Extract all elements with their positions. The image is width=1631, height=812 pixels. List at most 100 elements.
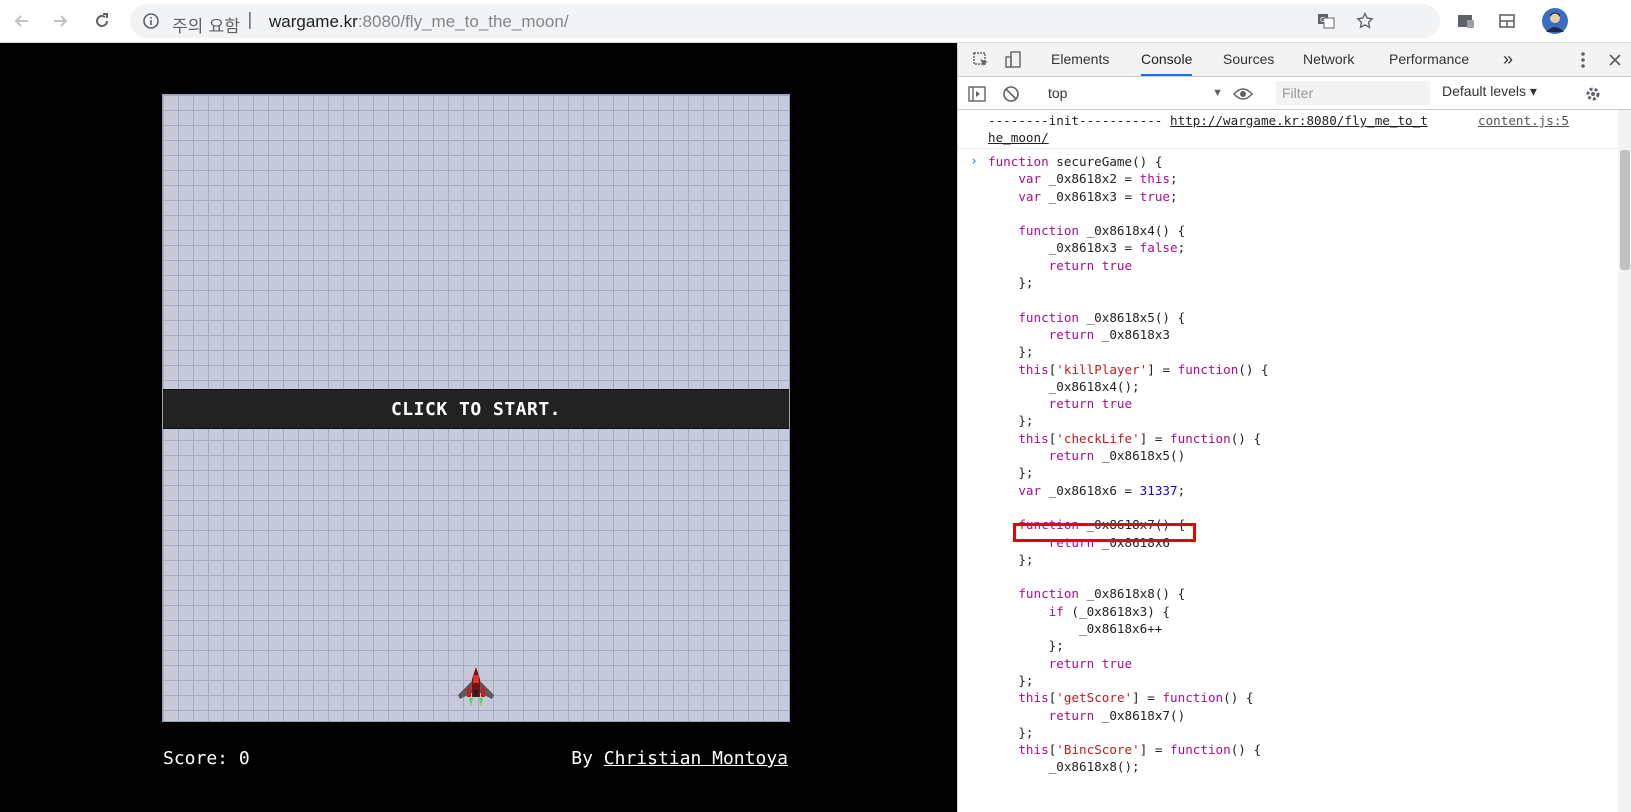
log-message-wrap: he_moon/ [988,129,1049,146]
tab-network[interactable]: Network [1303,43,1354,76]
security-label[interactable]: 주의 요함 [172,12,240,37]
console-log-row: --------init----------- http://wargame.k… [958,110,1618,149]
code-line: _0x8618x8(); [988,759,1140,775]
address-bar[interactable]: 주의 요함 | wargame.kr:8080/fly_me_to_the_mo… [130,4,1440,38]
code-line: this['killPlayer'] = function() { [1018,361,1269,377]
code-block[interactable]: function secureGame() { var _0x8618x2 = … [988,153,1269,776]
code-line: _0x8618x3 = false; [988,240,1186,256]
byline-prefix: By [571,748,604,769]
extension-icon [1458,15,1474,28]
console-scrollbar[interactable] [1618,110,1631,812]
code-line: function _0x8618x4() { [1018,223,1186,239]
code-line: }; [988,465,1034,481]
author-link[interactable]: Christian Montoya [604,748,788,769]
sidebar-toggle-icon[interactable] [966,83,988,105]
arrow-left-icon [14,15,28,27]
game-board[interactable]: CLICK TO START. [162,94,790,722]
star-icon[interactable] [1356,12,1374,30]
code-line: function secureGame() { [988,154,1163,169]
chevron-right-icon: › [970,154,978,169]
code-line: _0x8618x4(); [988,378,1140,394]
highlight-box [1013,523,1196,542]
code-line: function _0x8618x8() { [1018,586,1186,602]
code-line: }; [988,413,1034,429]
reload-button[interactable] [90,9,114,33]
code-line: return _0x8618x5() [1048,448,1186,464]
context-select[interactable]: top ▼ [1048,83,1223,103]
devtools-menu-icon[interactable] [1572,49,1594,71]
devtools-tabbar: Elements Console Sources Network Perform… [958,43,1631,77]
code-line: return _0x8618x3 [1048,326,1170,342]
forward-button[interactable] [48,9,72,33]
live-expression-icon[interactable] [1232,83,1254,105]
url-path: :8080/fly_me_to_the_moon/ [357,12,569,31]
code-line: _0x8618x6++ [988,621,1163,637]
code-line: return _0x8618x7() [1048,707,1186,723]
code-line: return true [1048,655,1133,671]
profile-avatar[interactable] [1541,7,1569,35]
chevron-down-icon: ▼ [1212,87,1223,99]
log-url-link[interactable]: http://wargame.kr:8080/fly_me_to_t [1170,113,1428,128]
code-line: }; [988,672,1034,688]
code-line: var _0x8618x2 = this; [1018,171,1178,187]
console-toolbar: top ▼ Filter Default levels ▾ [958,77,1631,110]
code-line: return true [1048,257,1133,273]
close-devtools-icon[interactable] [1604,49,1626,71]
browser-toolbar: 주의 요함 | wargame.kr:8080/fly_me_to_the_mo… [0,0,1631,43]
tab-console[interactable]: Console [1141,43,1193,76]
filter-input[interactable]: Filter [1276,81,1430,105]
tab-layout-button[interactable] [1494,8,1520,34]
code-line: this['checkLife'] = function() { [1018,430,1262,446]
clear-console-icon[interactable] [1000,83,1022,105]
inspect-element-icon[interactable] [970,49,992,71]
byline: By Christian Montoya [571,748,788,769]
code-line: return true [1048,396,1133,412]
svg-text:G: G [1320,16,1325,24]
devtools-panel: Elements Console Sources Network Perform… [957,43,1631,812]
click-to-start-banner[interactable]: CLICK TO START. [163,389,789,429]
security-separator: | [247,10,253,30]
info-icon[interactable] [142,12,160,30]
scroll-thumb[interactable] [1620,150,1630,270]
device-toolbar-icon[interactable] [1003,49,1025,71]
code-line: }; [988,551,1034,567]
code-line: this['BincScore'] = function() { [1018,742,1262,758]
back-button[interactable] [10,9,34,33]
score-text: Score: 0 [163,748,250,769]
extension-button[interactable] [1453,8,1479,34]
log-message: --------init----------- http://wargame.k… [988,112,1428,129]
code-line: this['getScore'] = function() { [1018,690,1254,706]
more-tabs-button[interactable]: » [1503,43,1513,76]
layout-icon [1499,14,1515,28]
log-text: --------init----------- [988,113,1170,128]
code-line: if (_0x8618x3) { [1048,603,1170,619]
spaceship-icon [458,667,494,707]
code-line: var _0x8618x6 = 31337; [1018,482,1186,498]
reload-icon [96,13,108,27]
avatar-icon [1542,8,1568,34]
log-source-link[interactable]: content.js:5 [1478,112,1569,129]
arrow-right-icon [54,15,68,27]
translate-icon[interactable]: G [1317,12,1335,30]
console-output: --------init----------- http://wargame.k… [958,110,1631,812]
code-line: }; [988,724,1034,740]
code-line: }; [988,344,1034,360]
url-host: wargame.kr [269,12,358,31]
tab-sources[interactable]: Sources [1223,43,1274,76]
levels-dropdown[interactable]: Default levels ▾ [1442,83,1537,100]
code-line: function _0x8618x5() { [1018,309,1186,325]
tab-performance[interactable]: Performance [1389,43,1469,76]
game-page: CLICK TO START. Score: 0 By Christian Mo… [0,43,957,812]
code-line: }; [988,275,1034,291]
context-value: top [1048,85,1068,101]
code-line: var _0x8618x3 = true; [1018,188,1178,204]
log-url-link-wrap[interactable]: he_moon/ [988,130,1049,145]
settings-gear-icon[interactable] [1582,83,1604,105]
code-line: }; [988,638,1064,654]
url-text[interactable]: wargame.kr:8080/fly_me_to_the_moon/ [269,12,569,32]
tab-elements[interactable]: Elements [1051,43,1109,76]
